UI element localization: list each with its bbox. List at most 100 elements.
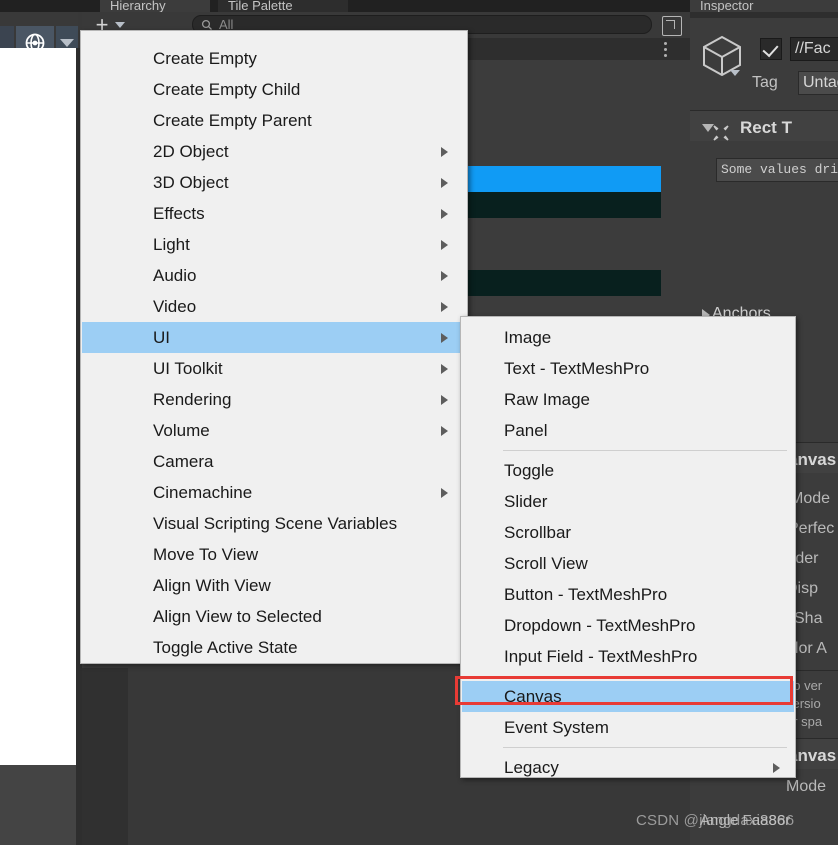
tab-tile-palette[interactable]: Tile Palette (218, 0, 348, 12)
create-menu-item-label: Rendering (153, 389, 232, 409)
ui-menu-item-input-field-textmeshpro[interactable]: Input Field - TextMeshPro (462, 641, 794, 672)
rect-transform-icon (713, 125, 729, 141)
ui-menu-item-label: Legacy (504, 757, 559, 777)
create-menu-item-label: Cinemachine (153, 482, 253, 502)
hierarchy-row[interactable]: s (450, 270, 661, 296)
chevron-right-icon (441, 301, 448, 312)
create-menu-item-label: Effects (153, 203, 205, 223)
ui-menu-item-label: Input Field - TextMeshPro (504, 646, 698, 666)
create-menu-item-label: Light (153, 234, 190, 254)
ui-menu-item-raw-image[interactable]: Raw Image (462, 384, 794, 415)
chevron-right-icon (441, 270, 448, 281)
create-menu-item-label: 2D Object (153, 141, 229, 161)
create-menu-item-label: Align View to Selected (153, 606, 322, 626)
create-menu-item-video[interactable]: Video (82, 291, 466, 322)
create-menu-item-2d-object[interactable]: 2D Object (82, 136, 466, 167)
kebab-menu-icon[interactable] (664, 42, 668, 60)
scene-view-footer (0, 765, 76, 845)
ui-menu-item-button-textmeshpro[interactable]: Button - TextMeshPro (462, 579, 794, 610)
create-menu-item-label: Create Empty (153, 48, 257, 68)
create-menu-item-visual-scripting-scene-variables[interactable]: Visual Scripting Scene Variables (82, 508, 466, 539)
chevron-right-icon (441, 487, 448, 498)
create-menu-item-ui-toolkit[interactable]: UI Toolkit (82, 353, 466, 384)
create-menu-item-move-to-view[interactable]: Move To View (82, 539, 466, 570)
create-menu-item-effects[interactable]: Effects (82, 198, 466, 229)
ui-menu-item-label: Panel (504, 420, 548, 440)
ui-submenu[interactable]: Image Text - TextMeshPro Raw Image Panel Tog… (460, 316, 796, 778)
ui-menu-item-label: Text - TextMeshPro (504, 358, 650, 378)
ui-menu-item-panel[interactable]: Panel (462, 415, 794, 446)
ui-menu-item-dropdown-textmeshpro[interactable]: Dropdown - TextMeshPro (462, 610, 794, 641)
chevron-right-icon (441, 208, 448, 219)
ui-menu-item-label: Toggle (504, 460, 555, 480)
ui-menu-item-legacy[interactable]: Legacy (462, 752, 794, 783)
create-menu-item-label: Create Empty Parent (153, 110, 312, 130)
chevron-right-icon (441, 332, 448, 343)
create-context-menu[interactable]: Create Empty Create Empty Child Create Emp… (80, 30, 468, 664)
create-menu-item-rendering[interactable]: Rendering (82, 384, 466, 415)
ui-menu-item-scroll-view[interactable]: Scroll View (462, 548, 794, 579)
ui-menu-item-slider[interactable]: Slider (462, 486, 794, 517)
ui-menu-item-label: Dropdown - TextMeshPro (504, 615, 696, 635)
watermark-overlay: Angle Fa886r (700, 812, 791, 829)
create-menu-item-audio[interactable]: Audio (82, 260, 466, 291)
expand-icon[interactable] (662, 16, 682, 36)
create-menu-item-align-with-view[interactable]: Align With View (82, 570, 466, 601)
chevron-right-icon (441, 239, 448, 250)
create-menu-item-create-empty[interactable]: Create Empty (82, 43, 466, 74)
chevron-right-icon (441, 394, 448, 405)
create-menu-item-label: Move To View (153, 544, 259, 564)
canvas-field-render-mode: Mode (790, 490, 831, 507)
create-menu-item-label: Create Empty Child (153, 79, 301, 99)
object-enabled-checkbox[interactable] (760, 38, 782, 60)
create-menu-item-3d-object[interactable]: 3D Object (82, 167, 466, 198)
chevron-right-icon (441, 146, 448, 157)
create-menu-item-create-empty-child[interactable]: Create Empty Child (82, 74, 466, 105)
ui-menu-item-label: Raw Image (504, 389, 590, 409)
tag-label: Tag (752, 74, 778, 91)
tag-dropdown[interactable]: Untag (798, 71, 838, 95)
create-menu-item-light[interactable]: Light (82, 229, 466, 260)
ui-menu-item-toggle[interactable]: Toggle (462, 455, 794, 486)
chevron-right-icon (441, 363, 448, 374)
ui-menu-item-label: Slider (504, 491, 548, 511)
create-menu-item-camera[interactable]: Camera (82, 446, 466, 477)
ui-menu-item-label: Image (504, 327, 552, 347)
create-menu-item-ui[interactable]: UI (82, 322, 466, 353)
chevron-down-icon[interactable] (730, 70, 740, 76)
create-menu-item-label: Video (153, 296, 197, 316)
ui-menu-item-event-system[interactable]: Event System (462, 712, 794, 743)
chevron-right-icon (773, 762, 780, 773)
create-menu-item-label: Toggle Active State (153, 637, 298, 657)
object-name-field[interactable]: //Fac (790, 37, 838, 61)
ui-menu-item-image[interactable]: Image (462, 322, 794, 353)
ui-menu-item-text-textmeshpro[interactable]: Text - TextMeshPro (462, 353, 794, 384)
tab-hierarchy[interactable]: Hierarchy (100, 0, 210, 12)
create-menu-item-create-empty-parent[interactable]: Create Empty Parent (82, 105, 466, 136)
unity-editor-window: Hierarchy Tile Palette Inspector + All /… (0, 0, 838, 845)
create-menu-item-toggle-active-state[interactable]: Toggle Active State (82, 632, 466, 663)
rect-transform-title: Rect T (740, 118, 792, 137)
chevron-down-icon[interactable] (115, 22, 125, 28)
tab-inspector[interactable]: Inspector (690, 0, 838, 12)
create-menu-item-label: Volume (153, 420, 210, 440)
create-menu-item-label: Visual Scripting Scene Variables (153, 513, 398, 533)
menu-separator (503, 676, 787, 677)
scene-view-canvas[interactable] (0, 48, 76, 765)
create-menu-item-align-view-to-selected[interactable]: Align View to Selected (82, 601, 466, 632)
chevron-right-icon (441, 425, 448, 436)
ui-menu-item-label: Canvas (504, 686, 562, 706)
ui-menu-item-scrollbar[interactable]: Scrollbar (462, 517, 794, 548)
menu-separator (503, 450, 787, 451)
create-menu-item-label: UI (153, 327, 170, 347)
create-menu-item-cinemachine[interactable]: Cinemachine (82, 477, 466, 508)
ui-menu-item-label: Event System (504, 717, 609, 737)
inspector-header (690, 12, 838, 18)
ui-menu-item-label: Button - TextMeshPro (504, 584, 668, 604)
hierarchy-row-selected[interactable] (460, 166, 661, 192)
hierarchy-row[interactable]: s (450, 192, 661, 218)
create-menu-item-volume[interactable]: Volume (82, 415, 466, 446)
ui-menu-item-canvas[interactable]: Canvas (462, 681, 794, 712)
driven-values-notice: Some values dri (716, 158, 838, 182)
ui-menu-item-label: Scroll View (504, 553, 588, 573)
